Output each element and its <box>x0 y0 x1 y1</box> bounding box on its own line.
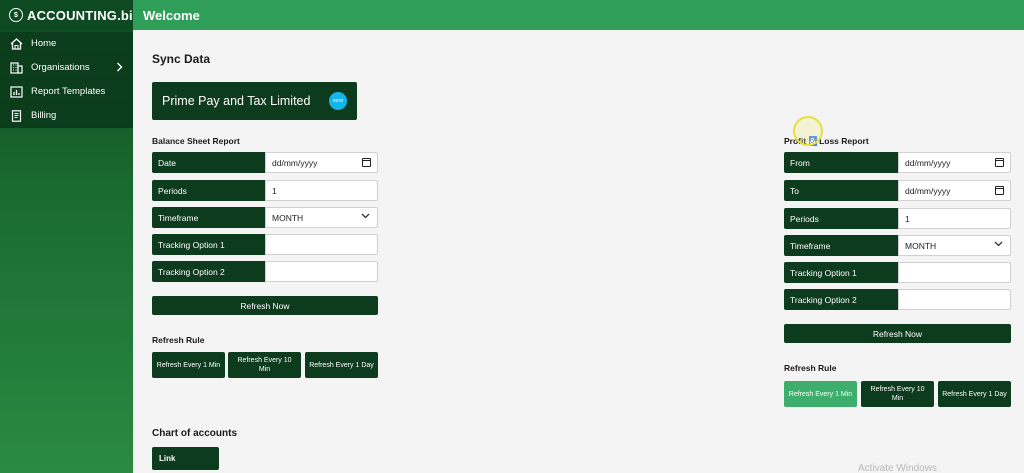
pl-tracking1-label: Tracking Option 1 <box>784 262 898 283</box>
sidebar-item-label: Report Templates <box>31 86 106 97</box>
report-icon <box>10 85 23 98</box>
pl-from-input[interactable]: dd/mm/yyyy <box>898 152 1011 173</box>
pl-refresh-1day-button[interactable]: Refresh Every 1 Day <box>938 381 1011 407</box>
sidebar: $ ACCOUNTING.bi Home Organisations Repor… <box>0 0 133 473</box>
bs-tracking1-label: Tracking Option 1 <box>152 234 265 255</box>
bs-periods-label: Periods <box>152 180 265 201</box>
balance-sheet-title: Balance Sheet Report <box>152 136 240 146</box>
building-icon <box>10 61 23 74</box>
pl-tracking2-input[interactable] <box>898 289 1011 310</box>
pl-refresh-now-button[interactable]: Refresh Now <box>784 324 1011 343</box>
organisation-card[interactable]: Prime Pay and Tax Limited xero <box>152 82 357 120</box>
calendar-icon[interactable] <box>995 186 1004 195</box>
pl-periods-label: Periods <box>784 208 898 229</box>
sidebar-item-label: Organisations <box>31 62 90 73</box>
pl-to-row: To dd/mm/yyyy <box>784 180 1011 201</box>
page-title: Sync Data <box>152 52 211 66</box>
cursor-highlight <box>793 116 823 146</box>
bs-tracking1-input[interactable] <box>265 234 378 255</box>
bs-date-row: Date dd/mm/yyyy <box>152 152 378 173</box>
sidebar-item-report-templates[interactable]: Report Templates <box>0 80 133 104</box>
bs-refresh-rule-title: Refresh Rule <box>152 335 205 345</box>
bs-timeframe-row: Timeframe MONTH <box>152 207 378 228</box>
bs-tracking2-input[interactable] <box>265 261 378 282</box>
sidebar-item-home[interactable]: Home <box>0 32 133 56</box>
xero-icon: xero <box>329 92 347 110</box>
bs-refresh-10min-button[interactable]: Refresh Every 10 Min <box>228 352 301 378</box>
pl-timeframe-row: Timeframe MONTH <box>784 235 1011 256</box>
sidebar-item-billing[interactable]: Billing <box>0 104 133 128</box>
organisation-name: Prime Pay and Tax Limited <box>162 94 311 108</box>
pl-refresh-rule-title: Refresh Rule <box>784 363 837 373</box>
chevron-down-icon <box>361 211 370 222</box>
pl-title-part2: Loss Report <box>816 136 869 146</box>
chart-of-accounts-link-button[interactable]: Link <box>152 447 219 470</box>
pl-tracking1-input[interactable] <box>898 262 1011 283</box>
top-header: Welcome <box>133 0 1024 30</box>
pl-refresh-1min-button[interactable]: Refresh Every 1 Min <box>784 381 857 407</box>
pl-to-label: To <box>784 180 898 201</box>
logo-icon: $ <box>9 8 23 22</box>
header-title: Welcome <box>143 7 200 23</box>
pl-periods-input[interactable]: 1 <box>898 208 1011 229</box>
bs-timeframe-label: Timeframe <box>152 207 265 228</box>
bs-date-value: dd/mm/yyyy <box>272 157 318 168</box>
pl-from-row: From dd/mm/yyyy <box>784 152 1011 173</box>
bs-date-input[interactable]: dd/mm/yyyy <box>265 152 378 173</box>
bs-periods-input[interactable]: 1 <box>265 180 378 201</box>
chevron-down-icon <box>994 239 1003 250</box>
calendar-icon[interactable] <box>362 158 371 167</box>
sidebar-item-label: Home <box>31 38 57 49</box>
pl-from-label: From <box>784 152 898 173</box>
billing-icon <box>10 109 23 122</box>
bs-tracking2-row: Tracking Option 2 <box>152 261 378 282</box>
pl-periods-row: Periods 1 <box>784 208 1011 229</box>
pl-timeframe-label: Timeframe <box>784 235 898 256</box>
bs-tracking2-label: Tracking Option 2 <box>152 261 265 282</box>
bs-timeframe-select[interactable]: MONTH <box>265 207 378 228</box>
pl-tracking2-label: Tracking Option 2 <box>784 289 898 310</box>
pl-timeframe-value: MONTH <box>905 240 937 251</box>
pl-to-value: dd/mm/yyyy <box>905 185 951 196</box>
pl-from-value: dd/mm/yyyy <box>905 157 951 168</box>
main-content: Sync Data Prime Pay and Tax Limited xero… <box>133 30 1024 473</box>
pl-tracking1-row: Tracking Option 1 <box>784 262 1011 283</box>
pl-to-input[interactable]: dd/mm/yyyy <box>898 180 1011 201</box>
pl-refresh-10min-button[interactable]: Refresh Every 10 Min <box>861 381 934 407</box>
bs-periods-row: Periods 1 <box>152 180 378 201</box>
activate-windows-watermark: Activate Windows <box>858 463 937 473</box>
pl-timeframe-select[interactable]: MONTH <box>898 235 1011 256</box>
bs-refresh-1min-button[interactable]: Refresh Every 1 Min <box>152 352 225 378</box>
app-logo[interactable]: $ ACCOUNTING.bi <box>0 0 133 30</box>
chart-of-accounts-title: Chart of accounts <box>152 428 238 439</box>
sidebar-item-organisations[interactable]: Organisations <box>0 56 133 80</box>
sidebar-nav: Home Organisations Report Templates Bill… <box>0 32 133 128</box>
logo-text: ACCOUNTING.bi <box>27 7 133 23</box>
chevron-right-icon <box>116 62 123 75</box>
home-icon <box>10 37 23 50</box>
bs-refresh-now-button[interactable]: Refresh Now <box>152 296 378 315</box>
bs-date-label: Date <box>152 152 265 173</box>
pl-tracking2-row: Tracking Option 2 <box>784 289 1011 310</box>
bs-tracking1-row: Tracking Option 1 <box>152 234 378 255</box>
bs-timeframe-value: MONTH <box>272 212 304 223</box>
calendar-icon[interactable] <box>995 158 1004 167</box>
sidebar-item-label: Billing <box>31 110 57 121</box>
bs-refresh-1day-button[interactable]: Refresh Every 1 Day <box>305 352 378 378</box>
